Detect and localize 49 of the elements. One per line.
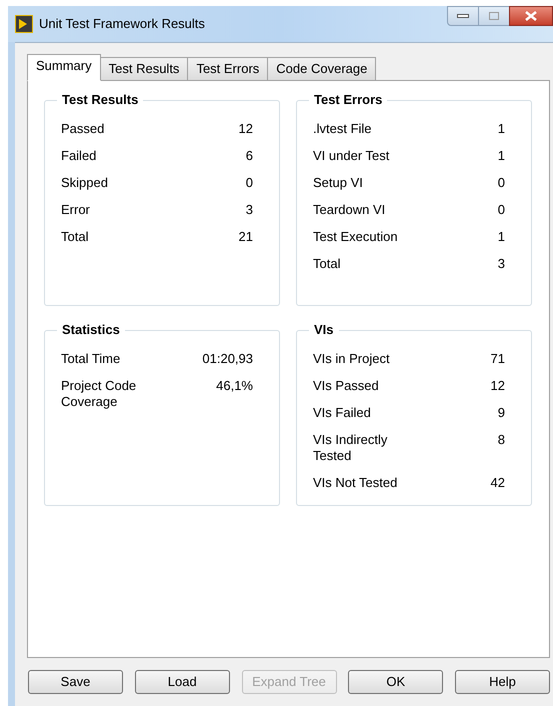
stat-value: 46,1% bbox=[216, 378, 254, 394]
stat-value: 21 bbox=[238, 229, 254, 245]
stat-value: 0 bbox=[246, 175, 254, 191]
stat-value: 71 bbox=[490, 351, 506, 367]
stat-value: 1 bbox=[498, 121, 506, 137]
stat-label: VIs Passed bbox=[313, 378, 380, 394]
tab[interactable]: Test Results bbox=[100, 57, 188, 81]
stat-value: 01:20,93 bbox=[202, 351, 254, 367]
stat-label: Total bbox=[61, 229, 90, 245]
stat-label: Skipped bbox=[61, 175, 109, 191]
stat-label: Setup VI bbox=[313, 175, 364, 191]
window-title: Unit Test Framework Results bbox=[39, 15, 205, 34]
stat-label: VIs in Project bbox=[313, 351, 391, 367]
stat-value: 12 bbox=[238, 121, 254, 137]
stat-value: 8 bbox=[498, 432, 506, 448]
stat-label: Passed bbox=[61, 121, 106, 137]
stat-value: 1 bbox=[498, 148, 506, 164]
stat-label: Error bbox=[61, 202, 91, 218]
dialog-button[interactable]: Help bbox=[455, 670, 550, 694]
stat-label: Project Code Coverage bbox=[61, 378, 138, 410]
stat-value: 9 bbox=[498, 405, 506, 421]
stat-label: Total Time bbox=[61, 351, 122, 367]
stat-value: 0 bbox=[498, 175, 506, 191]
app-icon bbox=[15, 15, 33, 33]
stat-value: 6 bbox=[246, 148, 254, 164]
stat-label: Total bbox=[313, 256, 342, 272]
stat-value: 0 bbox=[498, 202, 506, 218]
stat-value: 3 bbox=[246, 202, 254, 218]
stat-label: VI under Test bbox=[313, 148, 390, 164]
tab[interactable]: Code Coverage bbox=[267, 57, 376, 81]
stat-value: 12 bbox=[490, 378, 506, 394]
stat-value: 1 bbox=[498, 229, 506, 245]
stat-label: VIs Not Tested bbox=[313, 475, 398, 491]
stat-label: Test Execution bbox=[313, 229, 399, 245]
stat-label: Teardown VI bbox=[313, 202, 386, 218]
tab[interactable]: Test Errors bbox=[187, 57, 268, 81]
stat-label: VIs Failed bbox=[313, 405, 372, 421]
close-button[interactable] bbox=[509, 6, 553, 26]
dialog-button[interactable]: Save bbox=[28, 670, 123, 694]
dialog-button[interactable]: OK bbox=[348, 670, 444, 694]
close-icon bbox=[525, 11, 537, 21]
stat-label: Failed bbox=[61, 148, 98, 164]
stat-value: 42 bbox=[490, 475, 506, 491]
stat-label: .lvtest File bbox=[313, 121, 373, 137]
stat-value: 3 bbox=[498, 256, 506, 272]
dialog-button[interactable]: Load bbox=[134, 670, 230, 694]
tab[interactable]: Summary bbox=[27, 54, 101, 81]
minimize-button[interactable] bbox=[447, 6, 479, 26]
stat-label: VIs Indirectly Tested bbox=[313, 432, 388, 464]
